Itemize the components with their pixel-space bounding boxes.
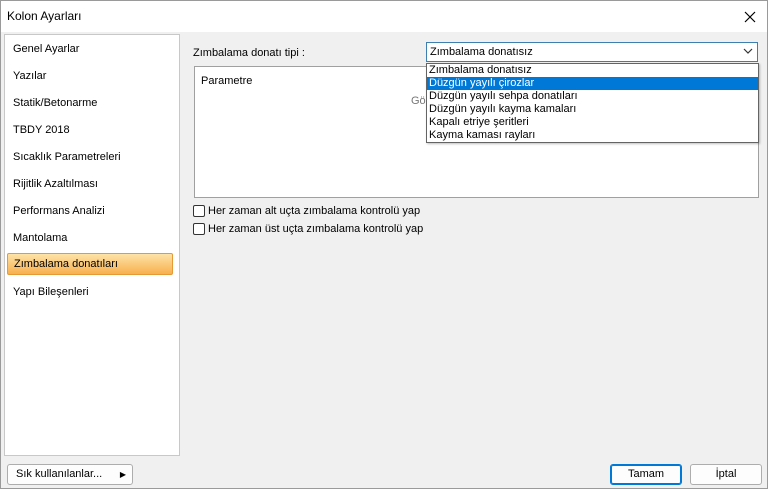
option-kayma-kamasi-raylari[interactable]: Kayma kaması rayları <box>427 129 758 142</box>
title-bar: Kolon Ayarları <box>1 1 767 32</box>
sidebar-item-statik-betonarme[interactable]: Statik/Betonarme <box>7 92 173 114</box>
ok-button[interactable]: Tamam <box>610 464 682 485</box>
settings-category-list: Genel Ayarlar Yazılar Statik/Betonarme T… <box>4 34 180 456</box>
cancel-button[interactable]: İptal <box>690 464 762 485</box>
sidebar-item-sicaklik-parametreleri[interactable]: Sıcaklık Parametreleri <box>7 146 173 168</box>
punching-rebar-type-select[interactable]: Zımbalama donatısız <box>426 42 758 62</box>
option-kapali-etriye-seritleri[interactable]: Kapalı etriye şeritleri <box>427 116 758 129</box>
close-icon <box>744 11 756 22</box>
settings-dialog: Kolon Ayarları Genel Ayarlar Yazılar Sta… <box>0 0 768 489</box>
option-duzgun-yayili-kayma-kamalari[interactable]: Düzgün yayılı kayma kamaları <box>427 103 758 116</box>
check-bottom-punching-label[interactable]: Her zaman alt uçta zımbalama kontrolü ya… <box>208 205 420 217</box>
sidebar-item-genel-ayarlar[interactable]: Genel Ayarlar <box>7 38 173 60</box>
punching-rebar-type-label: Zımbalama donatı tipi : <box>193 47 305 59</box>
favorites-button-label: Sık kullanılanlar... <box>16 468 103 480</box>
sidebar-item-yazilar[interactable]: Yazılar <box>7 65 173 87</box>
punching-rebar-type-value: Zımbalama donatısız <box>430 46 533 58</box>
close-button[interactable] <box>733 1 767 32</box>
check-bottom-punching-checkbox[interactable] <box>193 205 205 217</box>
check-top-punching-label[interactable]: Her zaman üst uçta zımbalama kontrolü ya… <box>208 223 423 235</box>
triangle-right-icon: ▶ <box>119 470 126 479</box>
parameter-hint-text: Gö <box>411 95 426 107</box>
window-title: Kolon Ayarları <box>7 9 82 23</box>
punching-rebar-type-options: Zımbalama donatısız Düzgün yayılı çirozl… <box>426 63 759 143</box>
chevron-down-icon <box>743 48 753 54</box>
check-top-punching-checkbox[interactable] <box>193 223 205 235</box>
parameter-header: Parametre <box>201 75 253 87</box>
option-duzgun-yayili-sehpa-donatilari[interactable]: Düzgün yayılı sehpa donatıları <box>427 90 758 103</box>
sidebar-item-performans-analizi[interactable]: Performans Analizi <box>7 200 173 222</box>
check-top-punching-row[interactable]: Her zaman üst uçta zımbalama kontrolü ya… <box>193 221 423 237</box>
sidebar-item-yapi-bilesenleri[interactable]: Yapı Bileşenleri <box>7 281 173 303</box>
check-bottom-punching-row[interactable]: Her zaman alt uçta zımbalama kontrolü ya… <box>193 203 420 219</box>
favorites-button[interactable]: Sık kullanılanlar... ▶ <box>7 464 133 485</box>
sidebar-item-tbdy-2018[interactable]: TBDY 2018 <box>7 119 173 141</box>
sidebar-item-mantolama[interactable]: Mantolama <box>7 227 173 249</box>
sidebar-item-rijitlik-azaltilmasi[interactable]: Rijitlik Azaltılması <box>7 173 173 195</box>
sidebar-item-zimbalama-donatilari[interactable]: Zımbalama donatıları <box>7 253 173 275</box>
option-duzgun-yayili-cirozlar[interactable]: Düzgün yayılı çirozlar <box>427 77 758 90</box>
option-zimbalama-donatisiz[interactable]: Zımbalama donatısız <box>427 64 758 77</box>
